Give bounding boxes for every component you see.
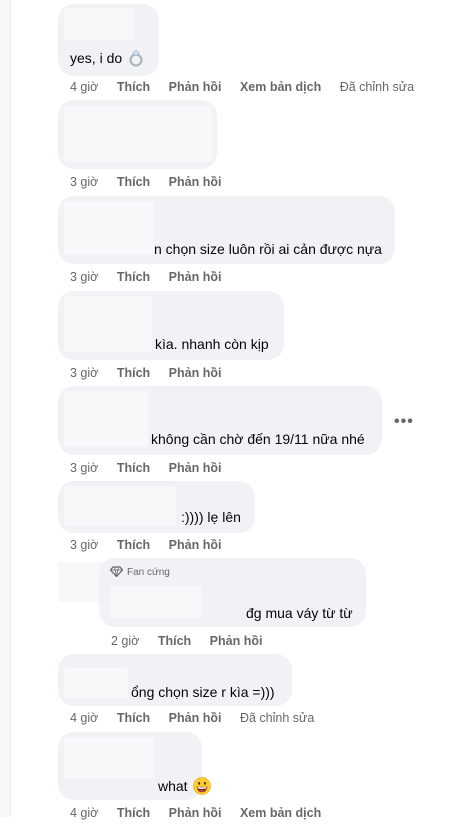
comment-text: kìa. nhanh còn kịp bbox=[155, 336, 269, 352]
reply-button[interactable]: Phản hồi bbox=[169, 537, 222, 553]
comment-actions: 3 giờ Thích Phản hồi bbox=[70, 174, 236, 190]
like-button[interactable]: Thích bbox=[117, 269, 150, 285]
comment-text: ổng chọn size r kìa =))) bbox=[131, 684, 275, 700]
reply-button[interactable]: Phản hồi bbox=[169, 269, 222, 285]
comment-text-value: what bbox=[158, 778, 188, 794]
like-button[interactable]: Thích bbox=[117, 460, 150, 476]
comment-time[interactable]: 3 giờ bbox=[70, 174, 98, 190]
like-button[interactable]: Thích bbox=[117, 805, 150, 821]
comment-time[interactable]: 2 giờ bbox=[111, 633, 139, 649]
reply-button[interactable]: Phản hồi bbox=[169, 79, 222, 95]
comment-text-value: yes, i do bbox=[70, 50, 123, 66]
blurred-name bbox=[64, 106, 212, 162]
comment-time[interactable]: 3 giờ bbox=[70, 460, 98, 476]
comment-time[interactable]: 3 giờ bbox=[70, 365, 98, 381]
like-button[interactable]: Thích bbox=[117, 710, 150, 726]
comment-text: không cần chờ đến 19/11 nữa nhé bbox=[151, 431, 365, 447]
diamond-badge-icon bbox=[109, 566, 124, 578]
blurred-name bbox=[64, 8, 134, 40]
blurred-name bbox=[64, 486, 176, 526]
comment-actions: 4 giờ Thích Phản hồi Xem bản dịch Đã chỉ… bbox=[70, 79, 429, 95]
comment-actions: 3 giờ Thích Phản hồi bbox=[70, 365, 236, 381]
comment-text: đg mua váy từ từ bbox=[246, 605, 353, 621]
comment-time[interactable]: 3 giờ bbox=[70, 537, 98, 553]
comment-actions: 3 giờ Thích Phản hồi bbox=[70, 537, 236, 553]
reply-button[interactable]: Phản hồi bbox=[169, 710, 222, 726]
comment-time[interactable]: 3 giờ bbox=[70, 269, 98, 285]
comment-text: :)))) lẹ lên bbox=[181, 509, 241, 525]
reply-button[interactable]: Phản hồi bbox=[169, 174, 222, 190]
comment-actions: 3 giờ Thích Phản hồi bbox=[70, 269, 236, 285]
comment-actions: 4 giờ Thích Phản hồi Xem bản dịch bbox=[70, 805, 336, 821]
blurred-name bbox=[64, 391, 148, 447]
reply-button[interactable]: Phản hồi bbox=[169, 460, 222, 476]
fan-badge: Fan cứng bbox=[109, 566, 170, 578]
comment-text: n chọn size luôn rồi ai cản được nựa bbox=[154, 241, 382, 257]
comment-time[interactable]: 4 giờ bbox=[70, 710, 98, 726]
like-button[interactable]: Thích bbox=[117, 174, 150, 190]
like-button[interactable]: Thích bbox=[117, 79, 150, 95]
blurred-name bbox=[64, 296, 152, 352]
blurred-name bbox=[110, 586, 202, 618]
translate-button[interactable]: Xem bản dịch bbox=[240, 79, 321, 95]
like-button[interactable]: Thích bbox=[117, 537, 150, 553]
comment-actions: 3 giờ Thích Phản hồi bbox=[70, 460, 236, 476]
left-gutter bbox=[0, 0, 11, 817]
translate-button[interactable]: Xem bản dịch bbox=[240, 805, 321, 821]
ring-emoji-icon bbox=[129, 49, 143, 67]
blurred-name bbox=[64, 737, 154, 779]
blurred-name bbox=[64, 201, 154, 255]
comment-time[interactable]: 4 giờ bbox=[70, 79, 98, 95]
blurred-avatar bbox=[58, 562, 102, 602]
comment-time[interactable]: 4 giờ bbox=[70, 805, 98, 821]
blurred-name bbox=[64, 668, 128, 698]
comment-text: yes, i do bbox=[70, 49, 144, 67]
comment-actions: 4 giờ Thích Phản hồi Đã chỉnh sửa bbox=[70, 710, 329, 726]
reply-button[interactable]: Phản hồi bbox=[210, 633, 263, 649]
like-button[interactable]: Thích bbox=[117, 365, 150, 381]
comment-text: what bbox=[158, 777, 212, 795]
reply-button[interactable]: Phản hồi bbox=[169, 365, 222, 381]
comment-actions: 2 giờ Thích Phản hồi bbox=[111, 633, 277, 649]
grinning-emoji-icon bbox=[193, 777, 212, 795]
edited-label: Đã chỉnh sửa bbox=[339, 80, 415, 94]
more-options-icon[interactable]: ••• bbox=[394, 413, 414, 431]
reply-button[interactable]: Phản hồi bbox=[169, 805, 222, 821]
badge-label: Fan cứng bbox=[127, 567, 170, 578]
edited-label: Đã chỉnh sửa bbox=[239, 711, 315, 725]
like-button[interactable]: Thích bbox=[158, 633, 191, 649]
